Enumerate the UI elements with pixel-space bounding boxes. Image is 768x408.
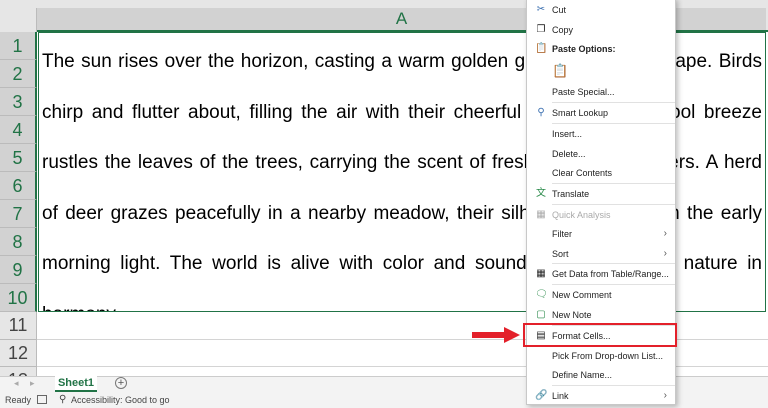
row-header-4[interactable]: 4 [0, 116, 37, 144]
red-arrow-icon [472, 327, 520, 343]
label: Paste Options: [552, 44, 616, 54]
quick-analysis-icon: ▦ [536, 209, 546, 220]
select-all-corner[interactable] [0, 8, 37, 32]
menu-delete[interactable]: Delete... [527, 144, 675, 164]
highlight-box [523, 323, 677, 347]
menu-paste-special[interactable]: Paste Special... [527, 82, 675, 102]
chevron-right-icon: › [663, 228, 667, 239]
label: Cut [552, 5, 567, 15]
label: Quick Analysis [552, 210, 611, 220]
label: Delete... [552, 149, 586, 159]
row-header-8[interactable]: 8 [0, 228, 37, 256]
menu-translate[interactable]: 文 Translate [527, 184, 675, 204]
menu-define-name[interactable]: Define Name... [527, 365, 675, 385]
label: Filter [552, 229, 572, 239]
status-accessibility[interactable]: Accessibility: Good to go [71, 392, 170, 408]
table-icon: ▦ [536, 268, 546, 279]
paste-icon: 📋 [535, 43, 548, 54]
status-ready: Ready [5, 395, 32, 405]
menu-clear-contents[interactable]: Clear Contents [527, 163, 675, 183]
accessibility-icon[interactable]: ⚲ [59, 392, 66, 408]
row-header-9[interactable]: 9 [0, 256, 37, 284]
paste-icon: 📋 [552, 63, 569, 78]
note-icon: ▢ [536, 309, 546, 320]
menu-cut[interactable]: ✂ Cut [527, 0, 675, 20]
translate-icon: 文 [536, 188, 546, 199]
menu-sort[interactable]: Sort › [527, 244, 675, 264]
label: Define Name... [552, 370, 613, 380]
macro-record-icon[interactable] [37, 395, 47, 404]
label: Paste Special... [552, 87, 615, 97]
add-sheet-icon[interactable]: + [115, 377, 127, 389]
row-header-7[interactable]: 7 [0, 200, 37, 228]
label: Smart Lookup [552, 108, 609, 118]
comment-icon: 🗨 [535, 289, 548, 300]
menu-smart-lookup[interactable]: ⚲ Smart Lookup [527, 103, 675, 123]
row-header-12[interactable]: 12 [0, 339, 37, 367]
menu-pick-from-list[interactable]: Pick From Drop-down List... [527, 346, 675, 366]
chevron-right-icon: › [663, 390, 667, 401]
label: New Note [552, 310, 592, 320]
menu-filter[interactable]: Filter › [527, 224, 675, 244]
copy-icon: ❐ [536, 24, 546, 35]
label: Copy [552, 25, 574, 35]
paste-options-heading: 📋 Paste Options: [527, 39, 675, 59]
paste-button[interactable]: 📋 [527, 61, 675, 81]
row-header-5[interactable]: 5 [0, 144, 37, 172]
scroll-left-icon[interactable]: ◂ [14, 378, 19, 389]
scroll-right-icon[interactable]: ▸ [30, 378, 35, 389]
row-header-11[interactable]: 11 [0, 312, 37, 340]
label: Translate [552, 189, 590, 199]
menu-new-comment[interactable]: 🗨 New Comment [527, 285, 675, 305]
label: Link [552, 391, 569, 401]
menu-insert[interactable]: Insert... [527, 124, 675, 144]
search-icon: ⚲ [537, 107, 545, 118]
row-header-3[interactable]: 3 [0, 88, 37, 116]
menu-new-note[interactable]: ▢ New Note [527, 305, 675, 325]
menu-link[interactable]: 🔗 Link › [527, 386, 675, 406]
label: Clear Contents [552, 168, 613, 178]
label: Pick From Drop-down List... [552, 351, 664, 361]
link-icon: 🔗 [535, 390, 548, 401]
label: Insert... [552, 129, 583, 139]
menu-copy[interactable]: ❐ Copy [527, 20, 675, 40]
row-header-1[interactable]: 1 [0, 32, 37, 60]
label: Get Data from Table/Range... [552, 269, 669, 279]
menu-get-data[interactable]: ▦ Get Data from Table/Range... [527, 264, 675, 284]
row-header-2[interactable]: 2 [0, 60, 37, 88]
label: Sort [552, 249, 569, 259]
menu-quick-analysis: ▦ Quick Analysis [527, 205, 675, 225]
row-header-6[interactable]: 6 [0, 172, 37, 200]
row-header-10[interactable]: 10 [0, 284, 37, 312]
scissors-icon: ✂ [536, 4, 546, 15]
label: New Comment [552, 290, 612, 300]
sheet-tab-sheet1[interactable]: Sheet1 [55, 376, 97, 392]
chevron-right-icon: › [663, 248, 667, 259]
